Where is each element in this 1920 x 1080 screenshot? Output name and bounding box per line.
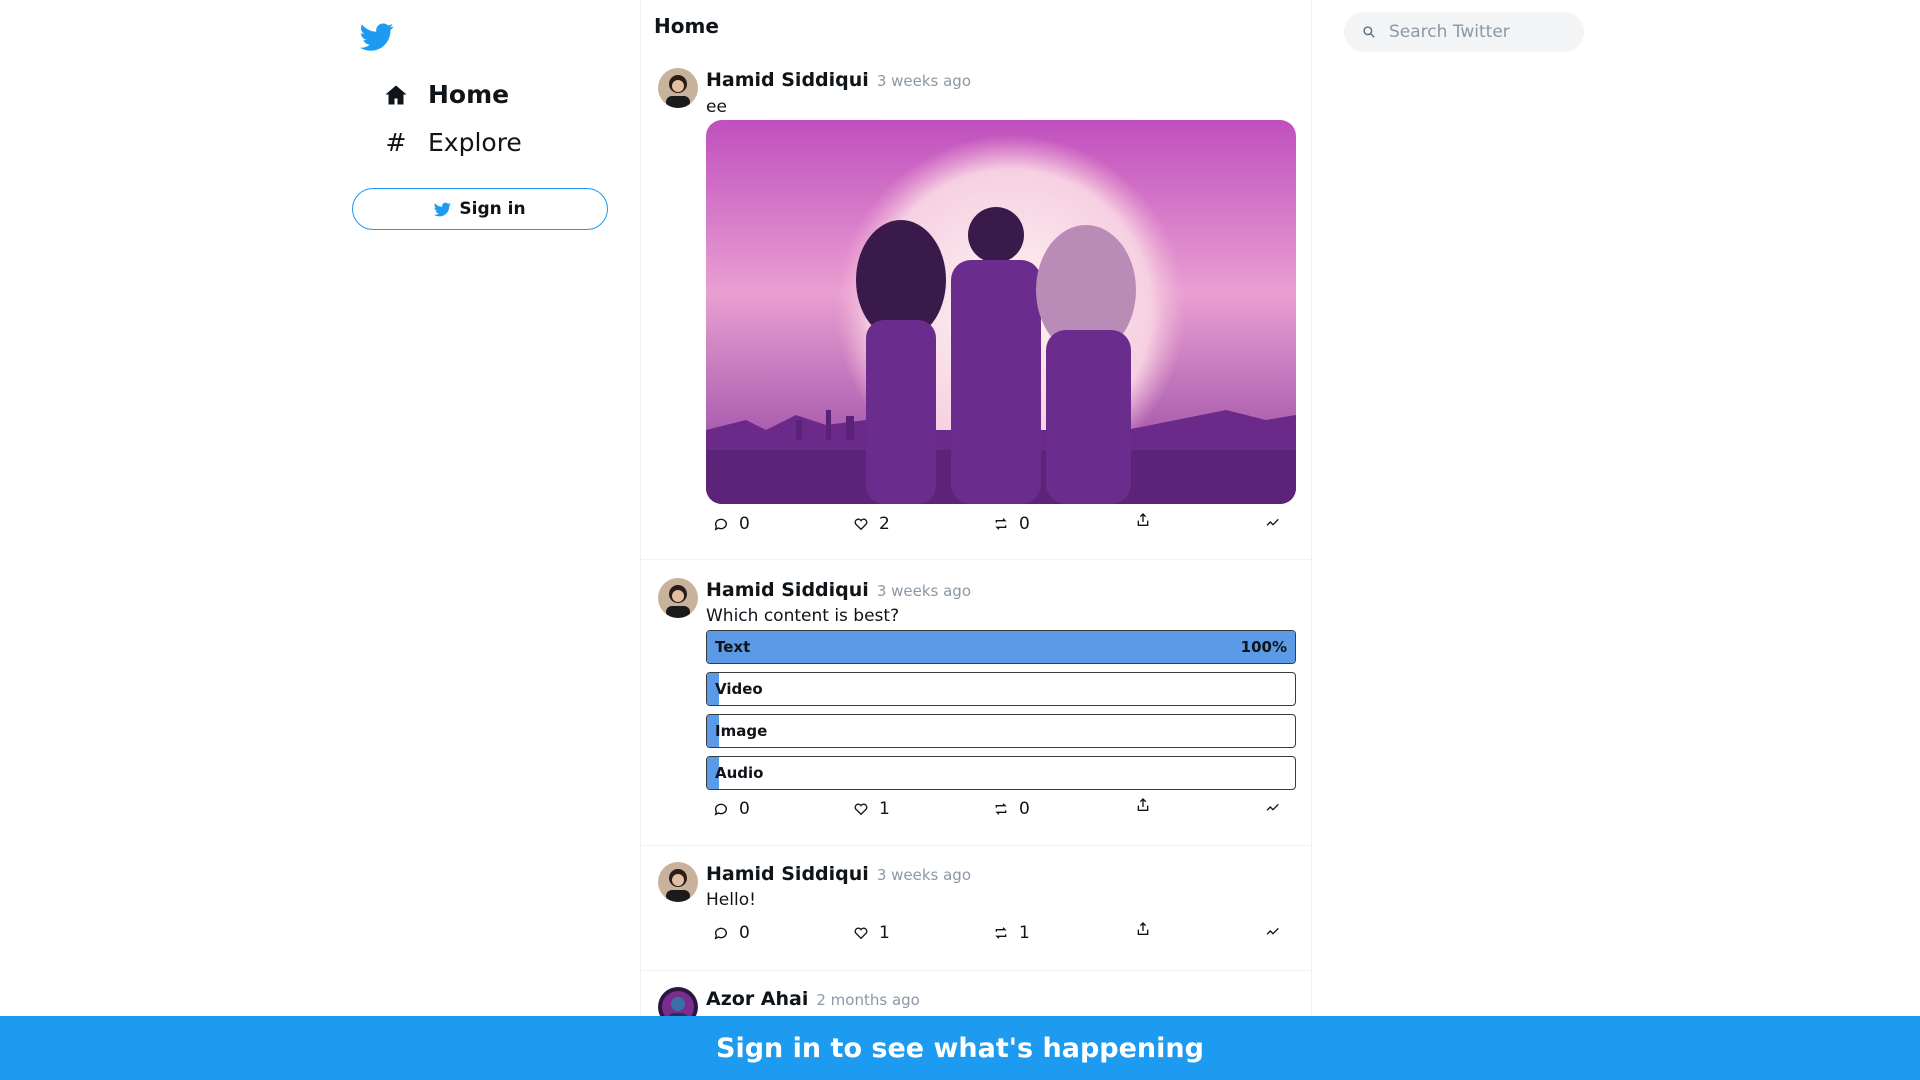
analytics-button[interactable] xyxy=(1265,799,1281,815)
app: Home # Explore Sign in Home Hamid Siddiq… xyxy=(0,0,1920,1080)
nav-home[interactable]: Home xyxy=(382,80,509,109)
home-icon xyxy=(382,81,410,109)
twitter-bird-icon[interactable] xyxy=(360,20,394,54)
poll-option[interactable]: Image xyxy=(706,714,1296,748)
tweet-actions: 0 1 1 xyxy=(713,921,1293,945)
analytics-button[interactable] xyxy=(1265,514,1281,530)
retweet-count: 1 xyxy=(1019,923,1030,943)
reply-button[interactable]: 0 xyxy=(713,923,750,943)
retweet-count: 0 xyxy=(1019,514,1030,534)
author-name[interactable]: Hamid Siddiqui xyxy=(706,579,869,601)
comment-icon xyxy=(714,927,727,940)
share-icon xyxy=(1137,513,1149,526)
comment-count: 0 xyxy=(739,923,750,943)
retweet-count: 0 xyxy=(1019,799,1030,819)
share-icon xyxy=(1137,798,1149,811)
poll-option-percent: 100% xyxy=(1240,638,1287,656)
analytics-icon xyxy=(1266,803,1279,811)
tweet-text: ee xyxy=(706,97,727,117)
nav-home-label: Home xyxy=(428,80,510,109)
hashtag-icon: # xyxy=(385,128,407,157)
page-title: Home xyxy=(654,14,719,38)
tweet-image[interactable] xyxy=(706,120,1296,504)
tweet-header: Hamid Siddiqui 3 weeks ago xyxy=(706,69,971,91)
tweet[interactable]: Hamid Siddiqui 3 weeks ago Which content… xyxy=(641,560,1311,846)
share-icon xyxy=(1137,922,1149,935)
poll-option-label: Audio xyxy=(715,764,764,782)
comment-count: 0 xyxy=(739,514,750,534)
poll-option-label: Image xyxy=(715,722,768,740)
nav-explore-label: Explore xyxy=(428,128,522,157)
retweet-icon xyxy=(995,927,1007,939)
retweet-icon xyxy=(995,518,1007,530)
avatar[interactable] xyxy=(658,578,698,618)
search-icon xyxy=(1363,26,1375,38)
sign-in-label: Sign in xyxy=(459,199,526,219)
tweet-text: Which content is best? xyxy=(706,606,900,626)
share-button[interactable] xyxy=(1135,797,1151,813)
poll-option[interactable]: Video xyxy=(706,672,1296,706)
main-feed: Home Hamid Siddiqui 3 weeks ago ee 0 2 0… xyxy=(640,0,1312,1080)
tweet-actions: 0 1 0 xyxy=(713,797,1293,821)
twitter-bird-icon xyxy=(434,202,452,216)
share-button[interactable] xyxy=(1135,921,1151,937)
tweet[interactable]: Hamid Siddiqui 3 weeks ago ee 0 2 0 xyxy=(641,52,1311,560)
sign-in-banner[interactable]: Sign in to see what's happening xyxy=(0,1016,1920,1080)
like-button[interactable]: 1 xyxy=(853,799,890,819)
heart-icon xyxy=(854,803,868,816)
tweet-actions: 0 2 0 xyxy=(713,512,1293,536)
tweet-header: Azor Ahai 2 months ago xyxy=(706,988,920,1010)
tweet-time[interactable]: 3 weeks ago xyxy=(877,582,971,600)
sign-in-banner-text: Sign in to see what's happening xyxy=(716,1032,1204,1064)
sign-in-button[interactable]: Sign in xyxy=(352,188,608,230)
reply-button[interactable]: 0 xyxy=(713,799,750,819)
like-count: 1 xyxy=(879,799,890,819)
like-button[interactable]: 2 xyxy=(853,514,890,534)
tweet-header: Hamid Siddiqui 3 weeks ago xyxy=(706,863,971,885)
heart-icon xyxy=(854,927,868,940)
comment-icon xyxy=(714,803,727,816)
comment-icon xyxy=(714,518,727,531)
author-name[interactable]: Hamid Siddiqui xyxy=(706,69,869,91)
tweet-header: Hamid Siddiqui 3 weeks ago xyxy=(706,579,971,601)
nav-explore[interactable]: # Explore xyxy=(382,128,522,157)
retweet-button[interactable]: 0 xyxy=(993,514,1030,534)
share-button[interactable] xyxy=(1135,512,1151,528)
poll-fill xyxy=(707,631,1295,663)
comment-count: 0 xyxy=(739,799,750,819)
poll-option-label: Video xyxy=(715,680,763,698)
heart-icon xyxy=(854,518,868,531)
tweet-time[interactable]: 3 weeks ago xyxy=(877,72,971,90)
author-name[interactable]: Azor Ahai xyxy=(706,988,808,1010)
like-button[interactable]: 1 xyxy=(853,923,890,943)
retweet-icon xyxy=(995,803,1007,815)
avatar[interactable] xyxy=(658,68,698,108)
tweet-time[interactable]: 3 weeks ago xyxy=(877,866,971,884)
search-box xyxy=(1344,12,1584,52)
tweet-text: Hello! xyxy=(706,890,756,910)
reply-button[interactable]: 0 xyxy=(713,514,750,534)
author-name[interactable]: Hamid Siddiqui xyxy=(706,863,869,885)
retweet-button[interactable]: 0 xyxy=(993,799,1030,819)
poll-option[interactable]: Text 100% xyxy=(706,630,1296,664)
poll-option[interactable]: Audio xyxy=(706,756,1296,790)
poll-option-label: Text xyxy=(715,638,751,656)
avatar[interactable] xyxy=(658,862,698,902)
like-count: 2 xyxy=(879,514,890,534)
search-input[interactable] xyxy=(1389,12,1574,52)
analytics-icon xyxy=(1266,927,1279,935)
analytics-icon xyxy=(1266,518,1279,526)
like-count: 1 xyxy=(879,923,890,943)
analytics-button[interactable] xyxy=(1265,923,1281,939)
tweet-time[interactable]: 2 months ago xyxy=(816,991,919,1009)
retweet-button[interactable]: 1 xyxy=(993,923,1030,943)
tweet[interactable]: Hamid Siddiqui 3 weeks ago Hello! 0 1 1 xyxy=(641,846,1311,971)
